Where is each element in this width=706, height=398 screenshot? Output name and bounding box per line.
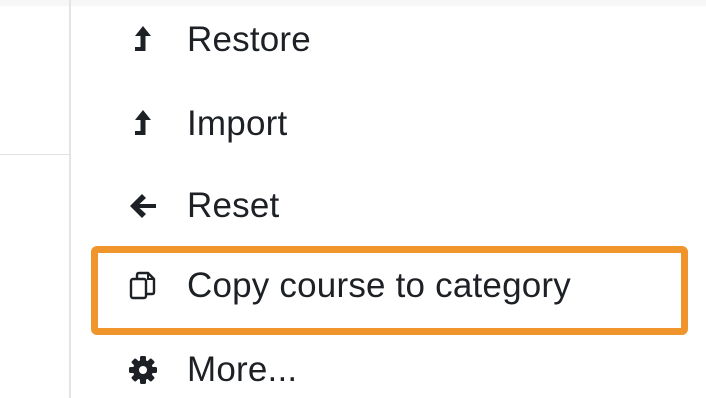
menu-item-label: More...	[187, 350, 298, 389]
menu-item-more[interactable]: More...	[71, 330, 691, 398]
menu-item-label: Restore	[187, 20, 311, 59]
menu-item-label: Import	[187, 104, 288, 143]
sidebar-divider-horizontal	[0, 154, 70, 155]
course-admin-menu: Restore Import Reset Copy course to cate…	[71, 0, 706, 398]
gear-icon	[126, 353, 160, 387]
menu-item-label: Reset	[187, 186, 280, 225]
menu-item-label: Copy course to category	[187, 266, 571, 305]
arrow-left-icon	[126, 189, 160, 223]
menu-item-restore[interactable]: Restore	[71, 0, 691, 80]
copy-icon	[126, 269, 160, 303]
menu-item-copy-course-to-category[interactable]: Copy course to category	[71, 246, 691, 326]
menu-item-import[interactable]: Import	[71, 84, 691, 164]
upload-arrow-icon	[126, 23, 160, 57]
upload-arrow-icon	[126, 107, 160, 141]
screenshot-canvas: Restore Import Reset Copy course to cate…	[0, 0, 706, 398]
menu-item-reset[interactable]: Reset	[71, 166, 691, 246]
